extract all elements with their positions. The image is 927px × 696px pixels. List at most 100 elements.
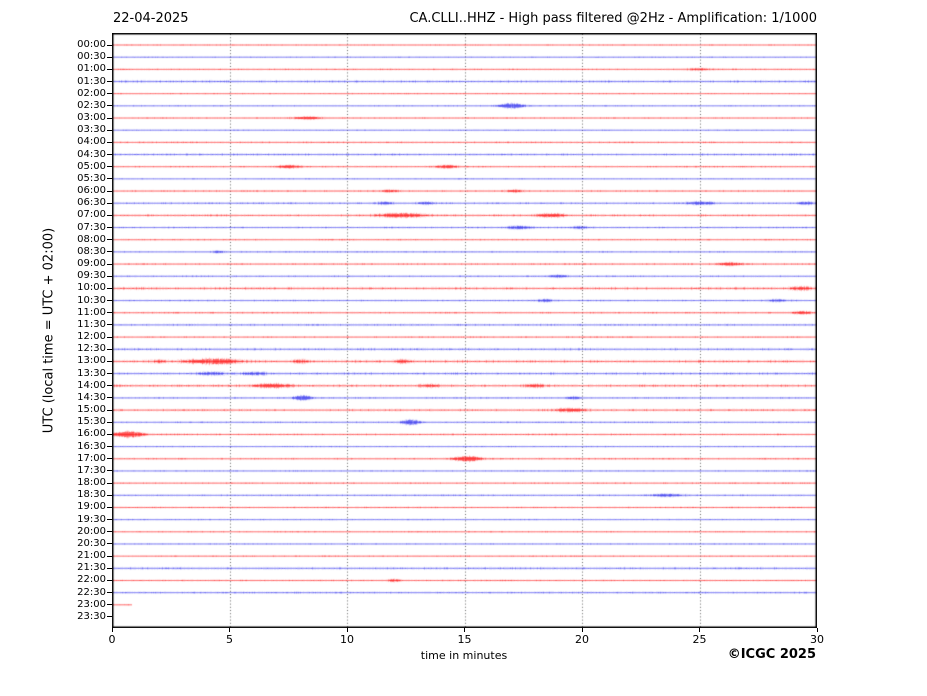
y-tick-label: 03:00 [77,112,106,124]
seismogram-canvas [112,33,817,628]
y-tick-label: 03:30 [77,124,106,136]
y-tick-mark [107,446,112,448]
x-tick-label: 20 [575,633,589,646]
y-tick-label: 02:30 [77,99,106,111]
y-tick-mark [107,567,112,569]
y-tick-mark [107,336,112,338]
y-tick-mark [107,324,112,326]
y-tick-mark [107,604,112,606]
y-tick-mark [107,409,112,411]
y-tick-mark [107,506,112,508]
y-tick-label: 20:00 [77,525,106,537]
y-tick-label: 04:00 [77,136,106,148]
y-tick-mark [107,385,112,387]
y-tick-label: 07:30 [77,221,106,233]
y-tick-label: 13:00 [77,355,106,367]
y-tick-mark [107,421,112,423]
y-tick-mark [107,81,112,82]
x-tick-label: 25 [692,633,707,646]
x-tick-label: 5 [226,633,233,646]
y-tick-mark [107,93,112,95]
y-tick-mark [107,555,112,557]
y-tick-mark [107,202,112,204]
y-tick-mark [107,190,112,192]
y-tick-mark [107,287,112,289]
y-tick-mark [107,178,112,180]
helicorder-figure: 22-04-2025 CA.CLLI..HHZ - High pass filt… [0,0,927,696]
y-tick-label: 10:30 [77,294,106,306]
x-tick-label: 15 [457,633,472,646]
y-tick-mark [107,105,112,107]
y-tick-mark [107,166,112,168]
y-tick-label: 15:00 [77,404,106,416]
y-tick-label: 19:30 [77,513,106,525]
y-tick-label: 10:00 [77,282,106,294]
y-tick-mark [107,263,112,265]
x-tick-mark [581,628,583,632]
y-tick-label: 12:00 [77,331,106,343]
plot-title: CA.CLLI..HHZ - High pass filtered @2Hz -… [409,11,817,26]
y-tick-mark [107,44,112,46]
y-tick-mark [107,482,112,484]
y-tick-label: 23:00 [77,598,106,610]
y-tick-mark [107,531,112,533]
y-tick-mark [107,300,112,302]
y-tick-label: 14:00 [77,379,106,391]
y-tick-mark [107,360,112,362]
x-tick-mark [464,628,465,632]
y-tick-mark [107,275,112,277]
y-tick-mark [107,616,112,618]
y-tick-label: 17:30 [77,464,106,476]
y-tick-mark [107,592,112,594]
y-tick-label: 05:30 [77,172,106,184]
y-tick-label: 02:00 [77,87,106,99]
y-tick-label: 01:30 [77,75,106,87]
y-tick-mark [107,312,112,314]
y-tick-label: 16:00 [77,428,106,440]
y-tick-label: 11:30 [77,318,106,330]
y-tick-label: 19:00 [77,501,106,513]
y-tick-label: 20:30 [77,537,106,549]
y-tick-mark [107,141,112,143]
y-tick-label: 22:00 [77,574,106,586]
y-tick-mark [107,251,112,253]
y-tick-mark [107,129,112,131]
y-tick-label: 07:00 [77,209,106,221]
y-tick-label: 13:30 [77,367,106,379]
y-tick-mark [107,519,112,521]
x-tick-mark [229,628,230,632]
x-tick-mark [816,628,818,632]
y-tick-mark [107,397,112,399]
y-tick-label: 16:30 [77,440,106,452]
x-tick-label: 10 [340,633,354,646]
y-tick-label: 18:30 [77,489,106,501]
y-tick-label: 01:00 [77,63,106,75]
y-tick-mark [107,227,112,229]
y-tick-label: 00:30 [77,51,106,63]
y-tick-label: 12:30 [77,343,106,355]
y-tick-label: 11:00 [77,306,106,318]
y-tick-label: 22:30 [77,586,106,598]
y-tick-label: 18:00 [77,477,106,489]
y-tick-mark [107,117,112,119]
y-tick-label: 14:30 [77,391,106,403]
y-tick-mark [107,348,112,350]
y-tick-label: 05:00 [77,160,106,172]
y-tick-mark [107,433,112,435]
y-tick-label: 21:30 [77,562,106,574]
x-tick-label: 0 [108,633,116,646]
y-tick-label: 08:30 [77,245,106,257]
y-tick-mark [107,239,112,241]
copyright-label: ©ICGC 2025 [727,647,816,662]
x-axis-title: time in minutes [420,649,508,662]
x-tick-mark [346,628,348,632]
x-tick-mark [111,628,113,632]
y-tick-label: 06:30 [77,197,106,209]
plot-area [112,33,817,628]
y-tick-mark [107,470,112,472]
y-tick-label: 09:30 [77,270,106,282]
y-tick-mark [107,154,112,156]
y-tick-label: 21:00 [77,550,106,562]
y-tick-label: 09:00 [77,258,106,270]
y-tick-label: 23:30 [77,610,106,622]
